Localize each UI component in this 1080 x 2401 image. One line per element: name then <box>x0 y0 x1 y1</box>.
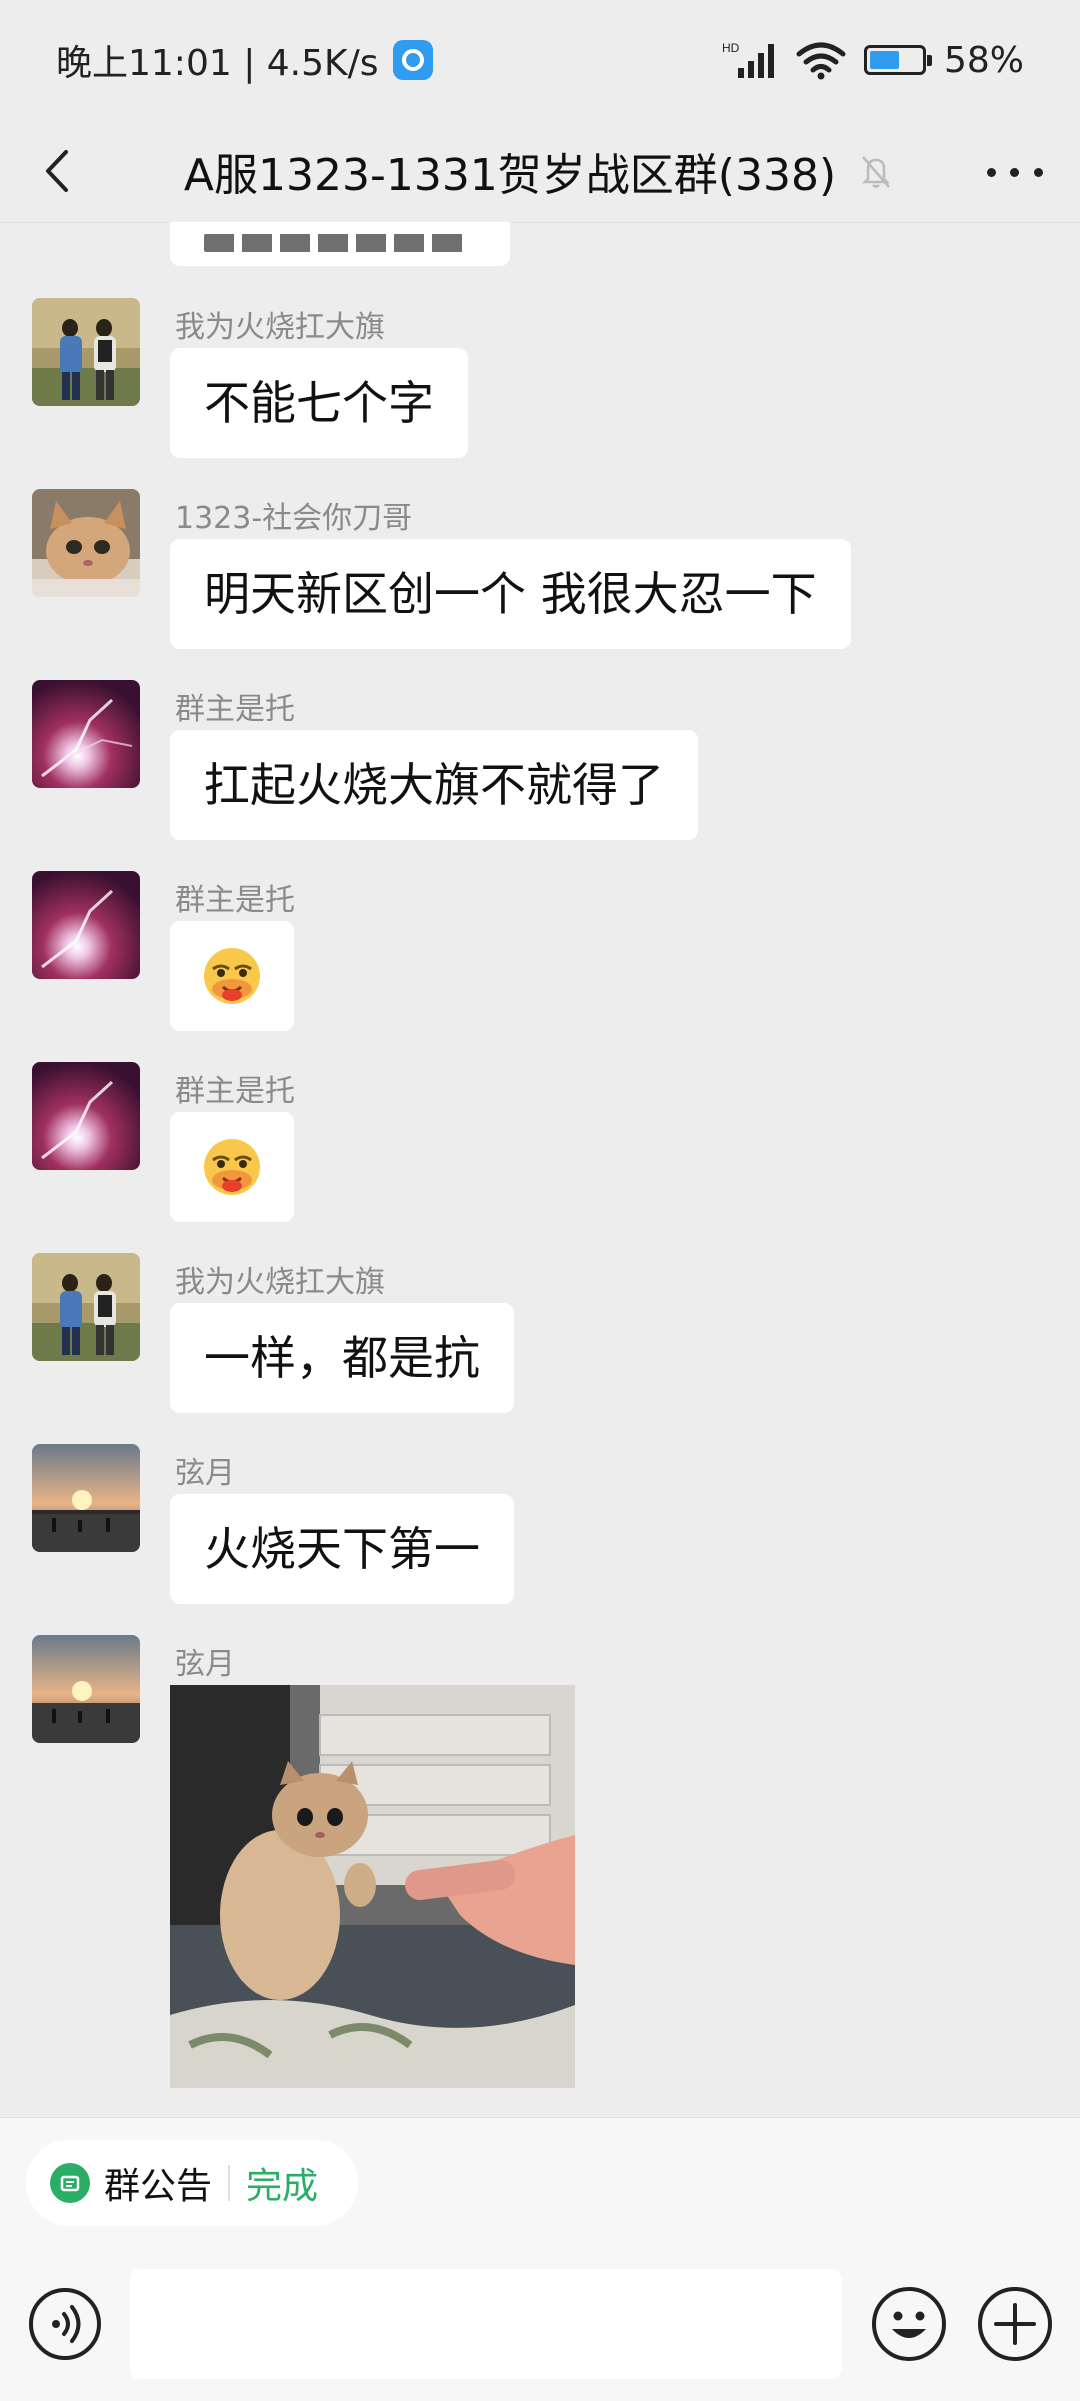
mute-bell-icon <box>862 156 891 188</box>
sender-name: 群主是托 <box>175 692 295 727</box>
avatar[interactable] <box>32 298 140 406</box>
avatar[interactable] <box>32 489 140 597</box>
sender-name: 弦月 <box>175 1647 235 1682</box>
more-options-button[interactable] <box>980 152 1050 192</box>
sender-name: 我为火烧扛大旗 <box>175 1265 385 1300</box>
vpn-icon <box>392 40 433 80</box>
message-bubble[interactable]: 不能七个字 <box>170 348 468 458</box>
message-bubble[interactable]: 一样，都是抗 <box>170 1303 514 1413</box>
chat-header: A服1323-1331贺岁战区群(338) <box>0 120 1080 223</box>
avatar[interactable] <box>32 1444 140 1552</box>
divider <box>228 2165 231 2201</box>
woozy-face-icon <box>204 1139 260 1195</box>
sender-name: 1323-社会你刀哥 <box>175 501 413 536</box>
group-notice-pill[interactable]: 群公告 完成 <box>26 2140 358 2226</box>
message-bubble[interactable]: 扛起火烧大旗不就得了 <box>170 730 698 840</box>
status-time-speed: 晚上11:01 | 4.5K/s <box>56 43 379 84</box>
sender-name: 我为火烧扛大旗 <box>175 310 385 345</box>
wifi-icon <box>796 42 846 80</box>
input-row <box>0 2269 1080 2379</box>
status-left: 晚上11:01 | 4.5K/s <box>56 34 433 86</box>
emoji-button[interactable] <box>870 2285 948 2363</box>
battery-fill <box>869 51 899 69</box>
bottom-input-area: 群公告 完成 <box>0 2117 1080 2401</box>
emoji-message-bubble[interactable] <box>170 1112 294 1222</box>
battery-percent: 58% <box>943 39 1024 81</box>
more-functions-button[interactable] <box>976 2285 1054 2363</box>
woozy-face-icon <box>204 948 260 1004</box>
avatar[interactable] <box>32 680 140 788</box>
done-button[interactable]: 完成 <box>246 2157 318 2209</box>
notice-icon <box>50 2163 90 2203</box>
group-notice-label[interactable]: 群公告 <box>104 2157 212 2209</box>
sender-name: 群主是托 <box>175 1074 295 1109</box>
sender-name: 群主是托 <box>175 883 295 918</box>
sender-name: 弦月 <box>175 1456 235 1491</box>
partial-message-bubble <box>170 222 510 266</box>
status-bar: 晚上11:01 | 4.5K/s HD 58% <box>0 0 1080 120</box>
message-bubble[interactable]: 火烧天下第一 <box>170 1494 514 1604</box>
avatar[interactable] <box>32 1635 140 1743</box>
emoji-message-bubble[interactable] <box>170 921 294 1031</box>
avatar[interactable] <box>32 1253 140 1361</box>
image-message[interactable] <box>170 1685 575 2088</box>
battery-icon <box>863 45 932 75</box>
network-hd-label: HD <box>722 41 740 55</box>
chat-title[interactable]: A服1323-1331贺岁战区群(338) <box>184 139 836 203</box>
chat-message-list[interactable]: 我为火烧扛大旗 不能七个字 1323-社会你刀哥 明天新区创一个 我很大忍一下 <box>0 222 1080 2117</box>
avatar[interactable] <box>32 1062 140 1170</box>
avatar[interactable] <box>32 871 140 979</box>
voice-input-button[interactable] <box>28 2287 102 2361</box>
status-right: HD 58% <box>722 40 1024 81</box>
signal-icon: HD <box>722 41 774 78</box>
message-bubble[interactable]: 明天新区创一个 我很大忍一下 <box>170 539 851 649</box>
message-input[interactable] <box>130 2269 842 2379</box>
back-button[interactable] <box>34 146 84 196</box>
